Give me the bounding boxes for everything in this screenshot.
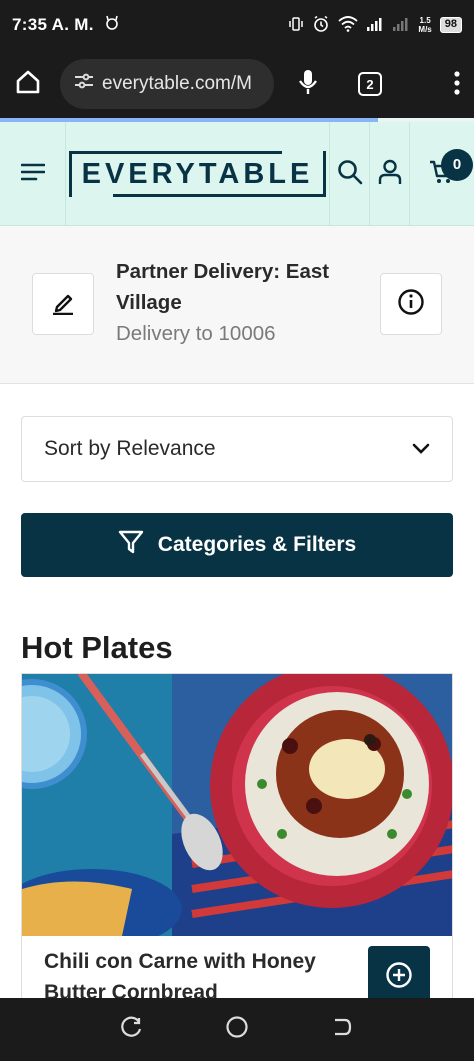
home-icon[interactable] (14, 68, 42, 101)
delivery-title: Partner Delivery: East Village (116, 260, 330, 314)
app-notification-icon (104, 15, 120, 36)
system-nav-bar (0, 998, 474, 1061)
browser-toolbar: everytable.com/M 2 (0, 50, 474, 118)
product-card[interactable]: Chili con Carne with Honey Butter Cornbr… (21, 673, 453, 998)
status-time: 7:35 A. M. (12, 15, 94, 34)
tune-icon[interactable] (74, 73, 94, 95)
mic-icon[interactable] (298, 68, 318, 101)
signal-icon (366, 16, 384, 35)
signal-2-icon (392, 16, 410, 35)
net-speed-unit: M/s (418, 25, 432, 34)
net-speed-value: 1.5 (419, 16, 431, 25)
search-icon (337, 159, 363, 190)
alarm-icon (312, 15, 330, 36)
product-image (22, 674, 452, 936)
status-icons: 1.5 M/s 98 (288, 15, 462, 36)
site-header: EVERYTABLE 0 (0, 122, 474, 226)
recents-icon[interactable] (121, 1016, 143, 1043)
cart-count-badge: 0 (441, 148, 473, 181)
sort-select[interactable]: Sort by Relevance (21, 416, 453, 482)
home-circle-icon[interactable] (225, 1015, 249, 1044)
search-button[interactable] (330, 122, 370, 226)
battery-indicator: 98 (439, 17, 462, 33)
wifi-icon (338, 15, 359, 35)
edit-delivery-button[interactable] (32, 273, 94, 335)
edit-icon (50, 289, 76, 320)
hamburger-menu-icon (20, 163, 45, 186)
address-bar[interactable]: everytable.com/M (60, 59, 274, 109)
delivery-subtitle: Delivery to 10006 (116, 322, 276, 345)
net-speed: 1.5 M/s (418, 16, 431, 34)
back-icon[interactable] (331, 1016, 353, 1043)
filter-icon (118, 530, 144, 560)
more-vert-icon[interactable] (454, 70, 460, 98)
menu-button[interactable] (0, 122, 66, 226)
cart-button[interactable]: 0 (410, 122, 474, 226)
categories-filters-button[interactable]: Categories & Filters (21, 513, 453, 577)
status-bar: 7:35 A. M. 1.5 M/s 98 (0, 0, 474, 50)
cart-icon: 0 (429, 148, 473, 190)
delivery-info-panel: Partner Delivery: East Village Delivery … (0, 226, 474, 384)
info-icon (397, 288, 425, 321)
vibrate-icon (288, 16, 304, 35)
add-to-cart-button[interactable] (368, 946, 430, 998)
everytable-logo: EVERYTABLE (68, 151, 327, 197)
chevron-down-icon (412, 437, 430, 461)
sort-selected-value: Sort by Relevance (44, 437, 216, 460)
account-button[interactable] (370, 122, 410, 226)
web-page: EVERYTABLE 0 Partner Delivery: East Vill… (0, 122, 474, 998)
plus-circle-icon (385, 961, 413, 994)
logo-link[interactable]: EVERYTABLE (66, 122, 330, 226)
product-name[interactable]: Chili con Carne with Honey Butter Cornbr… (44, 946, 344, 998)
tab-switcher-button[interactable]: 2 (358, 72, 382, 96)
delivery-text: Partner Delivery: East Village Delivery … (116, 256, 360, 349)
section-title: Hot Plates (21, 630, 173, 665)
url-text: everytable.com/M (102, 73, 252, 94)
delivery-info-button[interactable] (380, 273, 442, 335)
user-icon (378, 159, 402, 190)
filters-label: Categories & Filters (157, 533, 357, 556)
